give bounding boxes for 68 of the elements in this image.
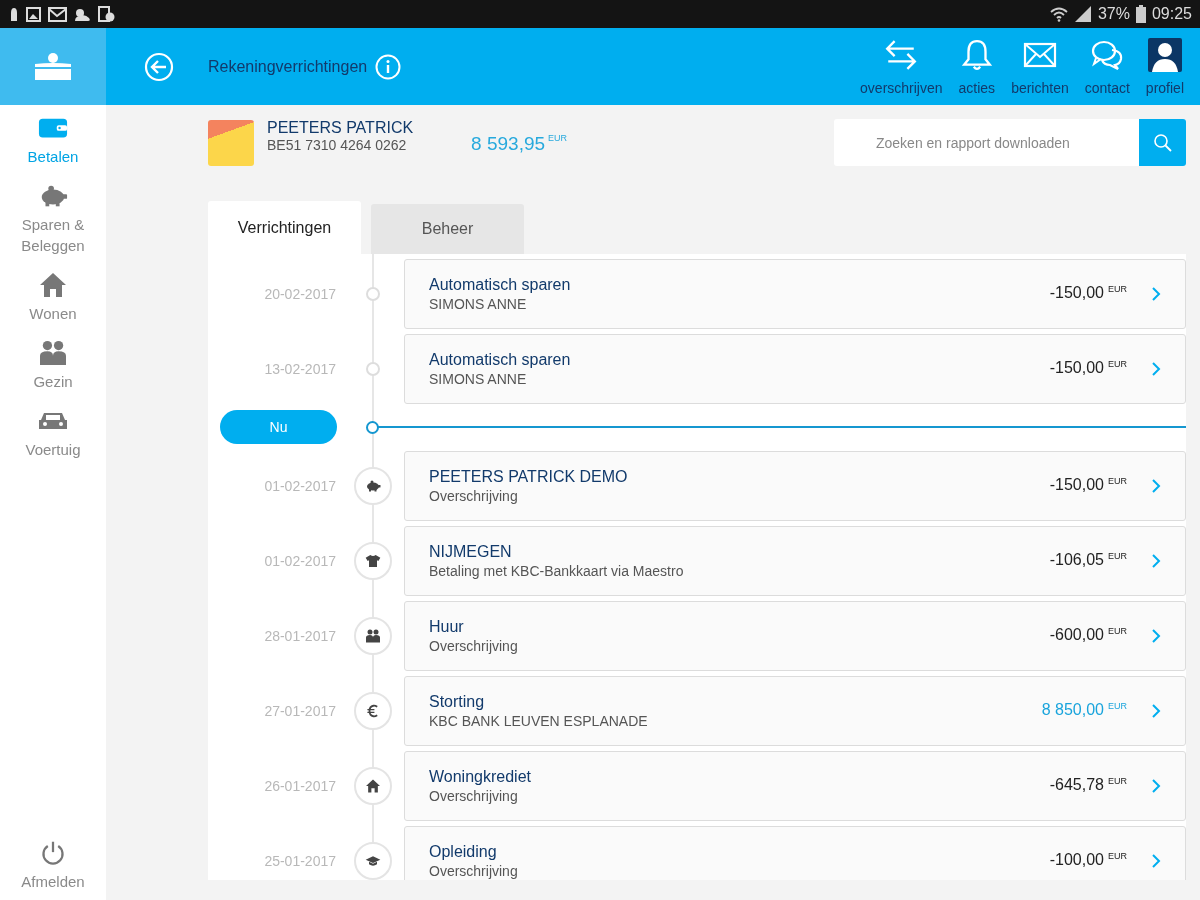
house-icon bbox=[38, 271, 68, 298]
logout-button[interactable]: Afmelden bbox=[0, 829, 106, 900]
transaction-card[interactable]: PEETERS PATRICK DEMO Overschrijving -150,00 $^{EUR}$ bbox=[404, 450, 1186, 521]
header-action[interactable]: contact bbox=[1076, 37, 1138, 96]
header-action[interactable]: overschrijven bbox=[852, 37, 951, 96]
transaction-date: 27-01-2017 bbox=[263, 702, 336, 719]
chevron-right-icon bbox=[1151, 477, 1161, 494]
mail-icon bbox=[48, 6, 68, 22]
search-field[interactable]: Zoeken en rapport downloaden bbox=[834, 119, 1139, 166]
transaction-date: 13-02-2017 bbox=[263, 360, 336, 377]
family-icon bbox=[38, 340, 68, 366]
chevron-right-icon bbox=[1151, 702, 1161, 719]
account-balance: 8 593,95 bbox=[471, 133, 546, 155]
chevron-right-icon bbox=[1151, 852, 1161, 869]
transaction-date: 28-01-2017 bbox=[263, 627, 336, 644]
currency-label: EUR bbox=[548, 133, 568, 143]
transaction-date: 20-02-2017 bbox=[263, 285, 336, 302]
sidebar-item[interactable]: Sparen & Beleggen bbox=[0, 173, 106, 262]
transaction-date: 01-02-2017 bbox=[263, 552, 336, 569]
sidebar-item[interactable]: Betalen bbox=[0, 105, 106, 174]
bell-icon bbox=[959, 37, 994, 72]
search-icon bbox=[1152, 132, 1173, 153]
sidebar-item[interactable]: Voertuig bbox=[0, 398, 106, 467]
search-button[interactable] bbox=[1139, 119, 1186, 166]
header-action[interactable]: profiel bbox=[1137, 37, 1192, 96]
transaction-date: 25-01-2017 bbox=[263, 852, 336, 869]
sidebar-item[interactable]: Gezin bbox=[0, 330, 106, 399]
house-icon bbox=[365, 778, 381, 793]
transaction-card[interactable]: Storting KBC BANK LEUVEN ESPLANADE 8 850,00 $^{EUR}$ bbox=[404, 675, 1186, 746]
transaction-card[interactable]: Automatisch sparen SIMONS ANNE -150,00 $^{EUR}$ bbox=[404, 258, 1186, 329]
page-title: Rekeningverrichtingen bbox=[208, 57, 368, 76]
bank-logo-icon bbox=[33, 51, 73, 82]
transaction-card[interactable]: Woningkrediet Overschrijving -645,78 $^{EUR}$ bbox=[404, 750, 1186, 821]
chevron-right-icon bbox=[1151, 627, 1161, 644]
transaction-date: 01-02-2017 bbox=[263, 477, 336, 494]
chevron-right-icon bbox=[1151, 360, 1161, 377]
sidebar-item[interactable]: Wonen bbox=[0, 261, 106, 330]
transaction-card[interactable]: Opleiding Overschrijving -100,00 $^{EUR}$ bbox=[404, 825, 1186, 880]
battery-percentage: 37% bbox=[1097, 5, 1130, 23]
shirt-icon bbox=[365, 553, 381, 568]
account-number: BE51 7310 4264 0262 bbox=[267, 137, 408, 153]
tab[interactable]: Beheer bbox=[371, 204, 524, 254]
chevron-right-icon bbox=[1151, 552, 1161, 569]
header-action[interactable]: berichten bbox=[1003, 37, 1077, 96]
piggy-bank-icon bbox=[365, 478, 381, 493]
signal-icon bbox=[1073, 6, 1092, 22]
wifi-icon bbox=[1049, 6, 1068, 22]
transaction-card[interactable]: Automatisch sparen SIMONS ANNE -150,00 $^{EUR}$ bbox=[404, 333, 1186, 404]
header-action[interactable]: acties bbox=[950, 37, 1004, 96]
family-icon bbox=[365, 628, 381, 643]
account-name: PEETERS PATRICK bbox=[267, 119, 414, 137]
search-input[interactable]: Zoeken en rapport downloaden bbox=[834, 133, 1139, 152]
profile-avatar-icon bbox=[1147, 37, 1182, 72]
clock-time: 09:25 bbox=[1151, 5, 1192, 23]
now-button[interactable]: Nu bbox=[220, 410, 337, 444]
logo-tile[interactable] bbox=[0, 28, 106, 105]
chevron-right-icon bbox=[1151, 777, 1161, 794]
battery-icon bbox=[1135, 5, 1146, 23]
card-image bbox=[208, 120, 254, 166]
timeline-now-dot bbox=[365, 420, 379, 434]
chevron-right-icon bbox=[1151, 285, 1161, 302]
image-icon bbox=[26, 6, 42, 22]
transaction-card[interactable]: NIJMEGEN Betaling met KBC-Bankkaart via Maestro -106,05 $^{EUR}$ bbox=[404, 525, 1186, 596]
transaction-date: 26-01-2017 bbox=[263, 777, 336, 794]
transaction-card[interactable]: Huur Overschrijving -600,00 $^{EUR}$ bbox=[404, 600, 1186, 671]
back-button[interactable] bbox=[144, 51, 174, 82]
info-icon[interactable] bbox=[375, 53, 402, 80]
tab[interactable]: Verrichtingen bbox=[208, 201, 361, 254]
